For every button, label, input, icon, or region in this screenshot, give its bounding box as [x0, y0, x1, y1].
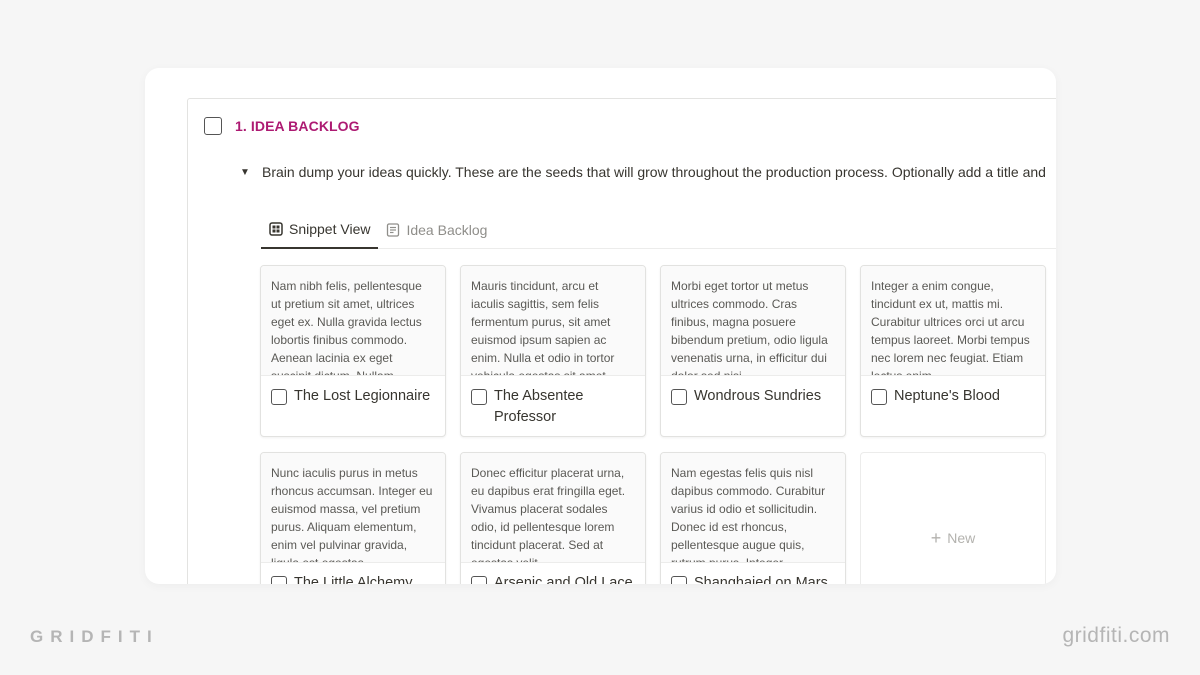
card-title: Shanghaied on Mars [694, 575, 828, 584]
toggle-triangle-icon[interactable]: ▼ [240, 167, 262, 178]
gallery-card[interactable]: Morbi eget tortor ut metus ultrices comm… [660, 265, 846, 437]
card-preview: Morbi eget tortor ut metus ultrices comm… [661, 266, 845, 376]
brand-logo-text: GRIDFITI [30, 627, 159, 646]
description-toggle: ▼ Brain dump your ideas quickly. These a… [240, 164, 1046, 180]
gallery-card[interactable]: Nam egestas felis quis nisl dapibus comm… [660, 452, 846, 584]
card-checkbox[interactable] [671, 576, 687, 584]
tab-snippet-view[interactable]: Snippet View [261, 211, 379, 249]
gallery-grid: Nam nibh felis, pellentesque ut pretium … [260, 265, 1046, 584]
gallery-card[interactable]: Donec efficitur placerat urna, eu dapibu… [460, 452, 646, 584]
card-preview: Mauris tincidunt, arcu et iaculis sagitt… [461, 266, 645, 376]
tab-label: Idea Backlog [406, 222, 488, 238]
section-checkbox[interactable] [204, 117, 222, 135]
notion-page-frame: 1. IDEA BACKLOG ▼ Brain dump your ideas … [145, 68, 1056, 584]
page-icon [387, 223, 400, 237]
gallery-icon [269, 222, 283, 236]
card-preview: Donec efficitur placerat urna, eu dapibu… [461, 453, 645, 563]
card-title: Neptune's Blood [894, 388, 1000, 404]
new-label: New [947, 530, 976, 546]
card-checkbox[interactable] [671, 389, 687, 405]
card-title: The Lost Legionnaire [294, 388, 431, 404]
new-card-button[interactable]: + New [860, 452, 1046, 584]
card-title: The Absentee Professor [494, 388, 584, 425]
tab-label: Snippet View [289, 221, 371, 237]
idea-backlog-block: 1. IDEA BACKLOG ▼ Brain dump your ideas … [187, 98, 1056, 584]
gallery-card[interactable]: Mauris tincidunt, arcu et iaculis sagitt… [460, 265, 646, 437]
card-checkbox[interactable] [271, 389, 287, 405]
brand-url: gridfiti.com [1062, 624, 1170, 647]
tab-idea-backlog[interactable]: Idea Backlog [378, 211, 495, 249]
plus-icon: + [930, 527, 942, 548]
card-preview: Nam egestas felis quis nisl dapibus comm… [661, 453, 845, 563]
gallery-card[interactable]: Nunc iaculis purus in metus rhoncus accu… [260, 452, 446, 584]
card-checkbox[interactable] [471, 576, 487, 584]
description-text: Brain dump your ideas quickly. These are… [262, 164, 1046, 180]
card-preview: Nunc iaculis purus in metus rhoncus accu… [261, 453, 445, 563]
card-title: Wondrous Sundries [694, 388, 822, 404]
card-preview: Nam nibh felis, pellentesque ut pretium … [261, 266, 445, 376]
card-title: Arsenic and Old Lace [494, 575, 633, 584]
card-checkbox[interactable] [271, 576, 287, 584]
gallery-card[interactable]: Integer a enim congue, tincidunt ex ut, … [860, 265, 1046, 437]
section-header: 1. IDEA BACKLOG [204, 117, 360, 135]
card-checkbox[interactable] [871, 389, 887, 405]
card-preview: Integer a enim congue, tincidunt ex ut, … [861, 266, 1045, 376]
card-title: The Little Alchemy [294, 575, 413, 584]
section-title: 1. IDEA BACKLOG [235, 118, 360, 134]
view-tabs: Snippet View Idea Backlog [261, 211, 1056, 249]
card-checkbox[interactable] [471, 389, 487, 405]
gallery-card[interactable]: Nam nibh felis, pellentesque ut pretium … [260, 265, 446, 437]
